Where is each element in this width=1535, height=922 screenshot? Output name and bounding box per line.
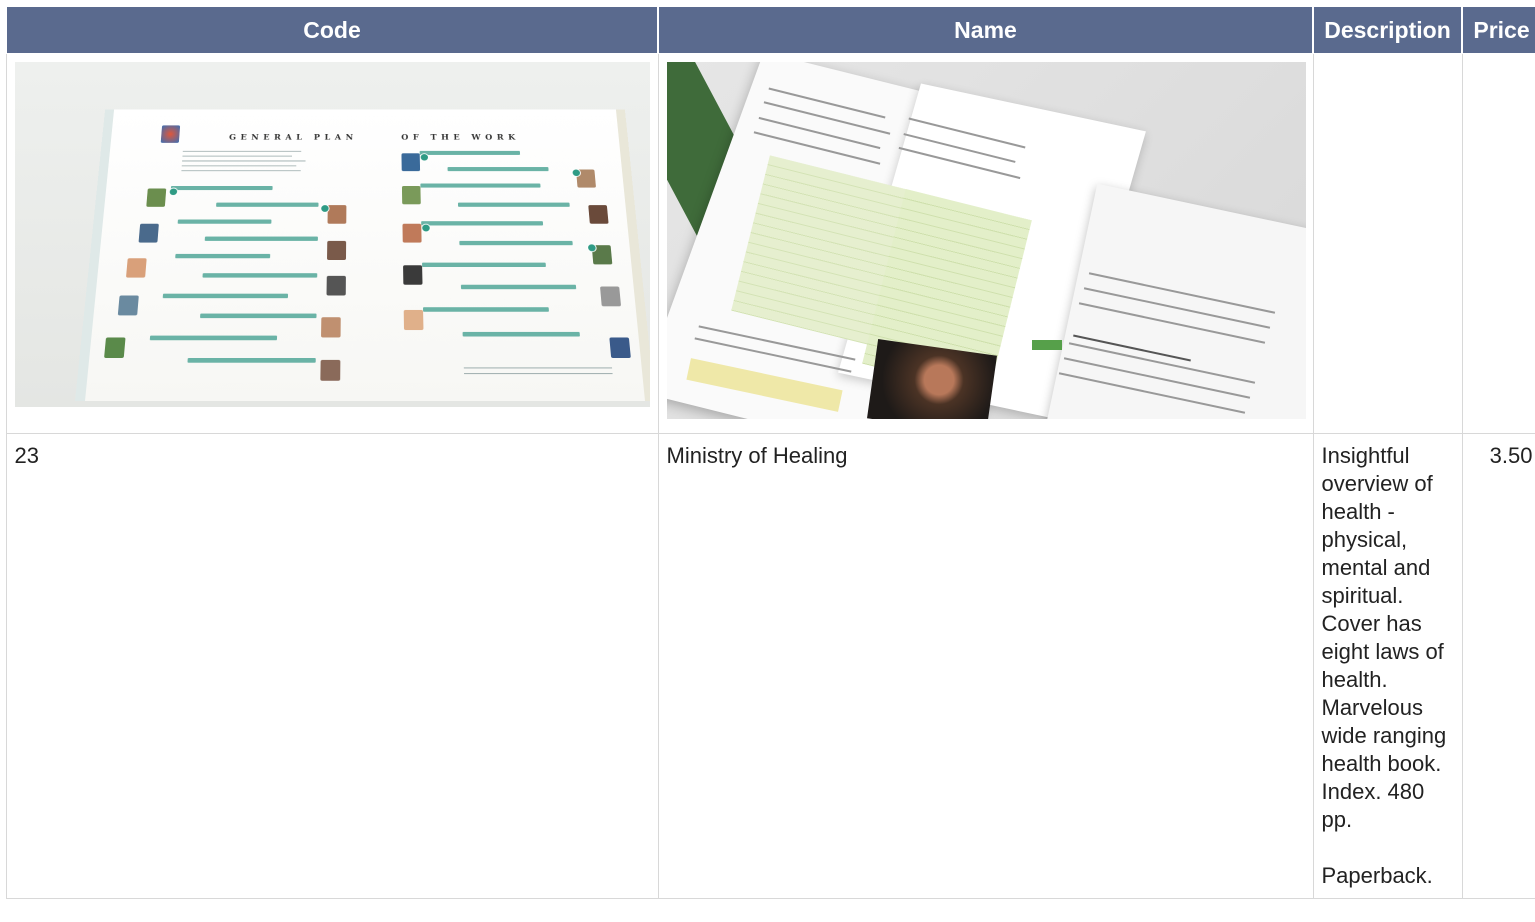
table-header-row: Code Name Description Price	[5, 6, 1535, 54]
cell-image-1: GENERAL PLAN OF THE WORK	[5, 53, 659, 434]
book-spread-graphic: GENERAL PLAN OF THE WORK	[74, 109, 650, 402]
column-header-price: Price	[1461, 6, 1535, 54]
table-image-row: GENERAL PLAN OF THE WORK	[5, 53, 1535, 434]
table-row: 23 Ministry of Healing Insightful overvi…	[5, 433, 1535, 899]
contents-heading-graphic-2: OF THE WORK	[400, 134, 520, 143]
contents-heading-graphic: GENERAL PLAN	[228, 134, 358, 143]
cell-image-empty-description	[1312, 53, 1463, 434]
cell-description: Insightful overview of health - physical…	[1312, 433, 1463, 899]
cell-name: Ministry of Healing	[657, 433, 1314, 899]
column-header-code: Code	[5, 6, 659, 54]
column-header-description: Description	[1312, 6, 1463, 54]
green-strip-graphic	[1031, 340, 1062, 350]
product-table: Code Name Description Price GENERAL PLAN…	[5, 6, 1535, 899]
book-contents-image[interactable]: GENERAL PLAN OF THE WORK	[14, 62, 650, 407]
cell-image-empty-price	[1461, 53, 1535, 434]
cell-image-2	[657, 53, 1314, 434]
column-header-name: Name	[657, 6, 1314, 54]
treatments-brochure-image[interactable]	[666, 62, 1306, 419]
catalog-page: Code Name Description Price GENERAL PLAN…	[0, 0, 1535, 922]
cell-code: 23	[5, 433, 659, 899]
cell-price: 3.50	[1461, 433, 1535, 899]
